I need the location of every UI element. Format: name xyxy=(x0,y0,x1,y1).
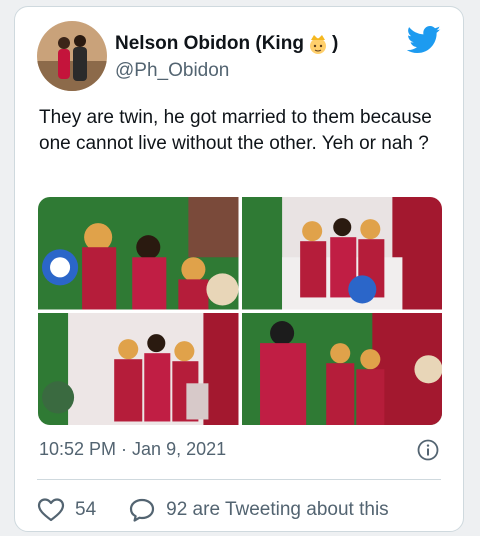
like-button[interactable]: 54 xyxy=(37,497,96,523)
info-icon[interactable] xyxy=(417,439,439,461)
twitter-bird-icon[interactable] xyxy=(406,25,441,55)
like-count: 54 xyxy=(75,499,97,520)
tweet-timestamp[interactable]: 10:52 PM · Jan 9, 2021 xyxy=(39,439,226,460)
tweet-photo-4[interactable] xyxy=(241,312,442,425)
tweet-photo-2[interactable] xyxy=(241,197,442,310)
divider xyxy=(37,479,441,480)
author-handle[interactable]: @Ph_Obidon xyxy=(115,60,229,82)
crown-emoji-icon xyxy=(307,33,329,55)
tweet-photo-3[interactable] xyxy=(38,312,239,425)
author-name-suffix: ) xyxy=(331,33,339,54)
author-name-text: Nelson Obidon (King xyxy=(115,33,304,54)
reply-button[interactable]: 92 are Tweeting about this xyxy=(128,497,389,523)
tweet-card: Nelson Obidon (King ) @Ph_Obidon They ar… xyxy=(14,6,464,532)
author-avatar[interactable] xyxy=(37,21,107,91)
comment-icon xyxy=(130,498,155,522)
tweet-media-grid[interactable] xyxy=(38,197,442,425)
author-name[interactable]: Nelson Obidon (King ) xyxy=(115,33,338,55)
reply-label: 92 are Tweeting about this xyxy=(166,499,389,520)
tweet-text: They are twin, he got married to them be… xyxy=(39,107,432,154)
tweet-photo-1[interactable] xyxy=(38,197,239,310)
tweet-actions: 54 92 are Tweeting about this xyxy=(37,497,421,523)
heart-icon xyxy=(37,498,65,522)
